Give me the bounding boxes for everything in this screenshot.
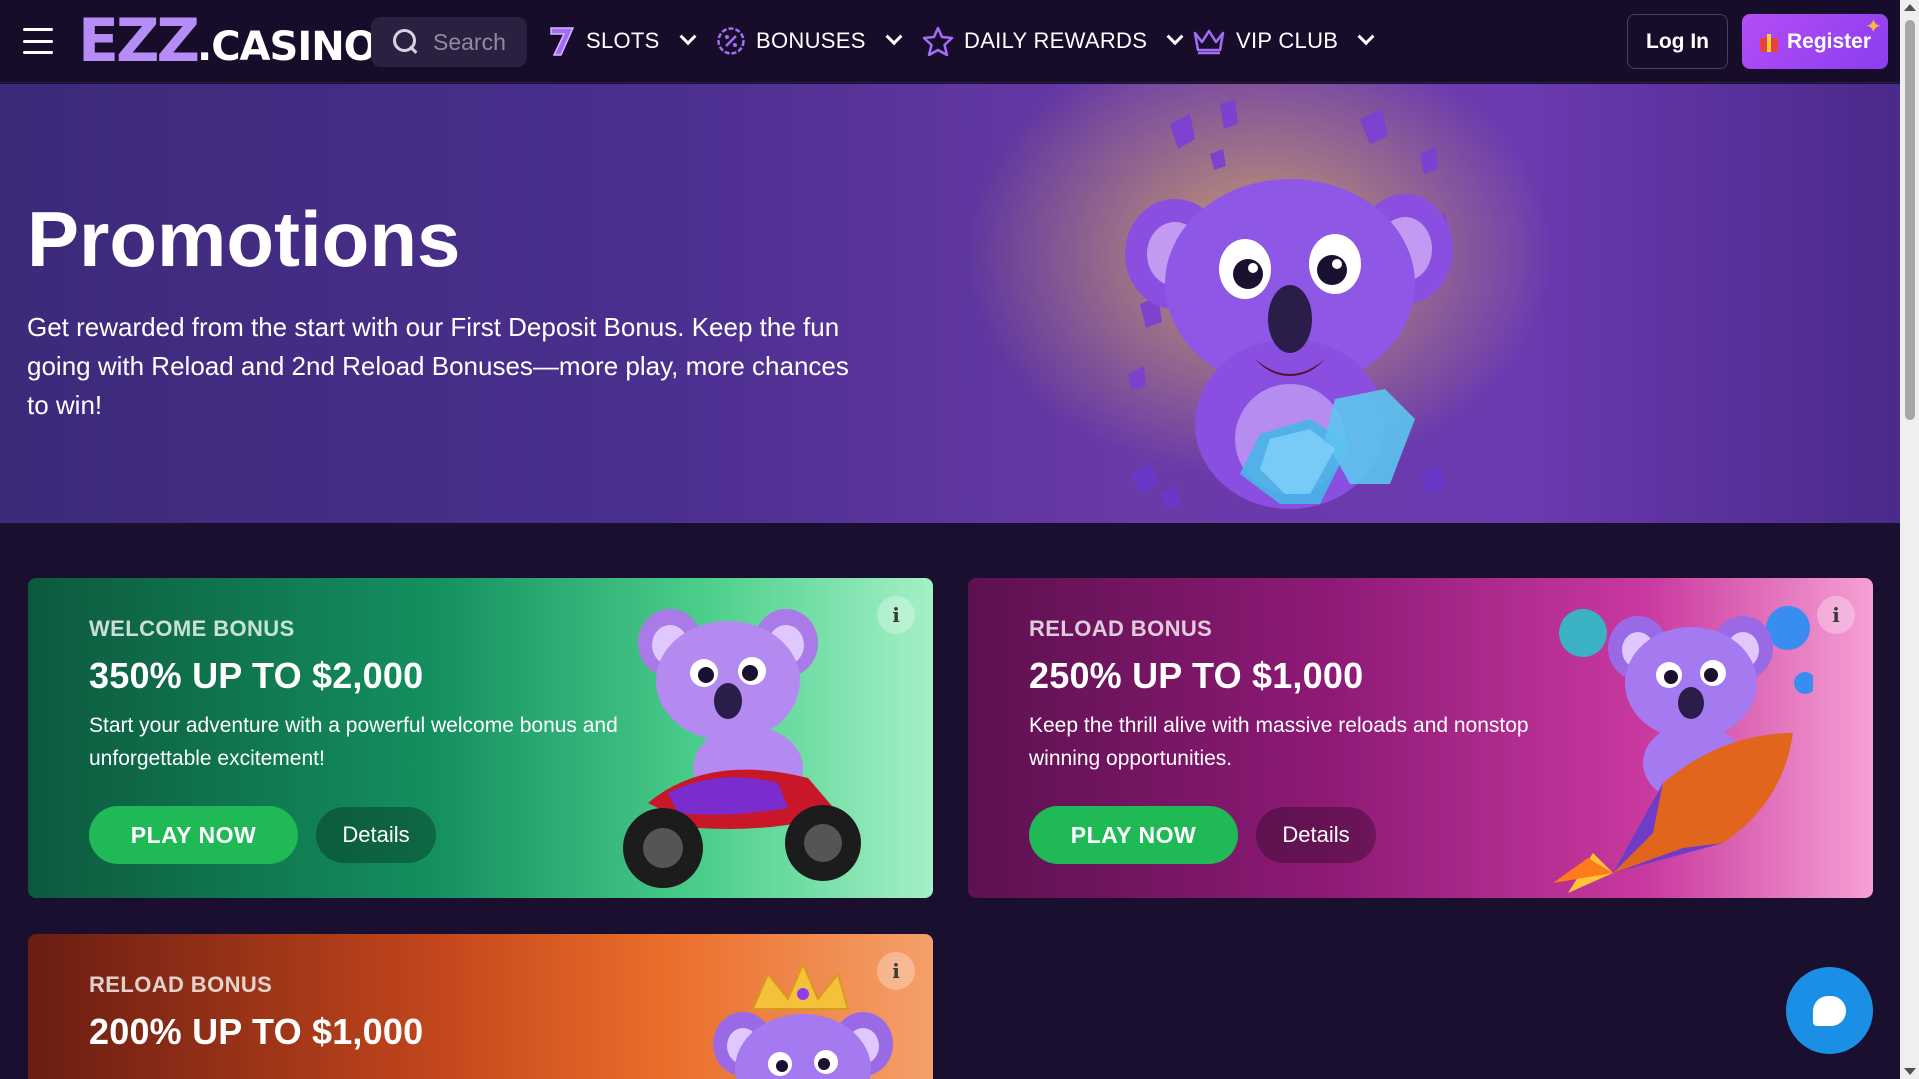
live-chat-button[interactable] [1786,967,1873,1054]
search-icon [393,29,419,55]
nav-daily-rewards-label: DAILY REWARDS [964,28,1148,53]
scrollbar-thumb[interactable] [1905,20,1915,420]
details-button[interactable]: Details [1256,807,1376,863]
koala-rocket-illustration [1553,606,1813,893]
seven-icon [548,25,576,57]
logo-main-text: EZZ [78,6,200,76]
promo-description: Keep the thrill alive with massive reloa… [1029,714,1529,770]
promo-card-welcome: WELCOME BONUS 350% UP TO $2,000 Start yo… [28,578,933,898]
promo-kicker: RELOAD BONUS [1029,616,1213,641]
chevron-down-icon [885,28,903,46]
login-button[interactable]: Log In [1627,14,1728,69]
search-placeholder: Search [433,28,506,55]
scroll-down-arrow-icon[interactable] [1904,1068,1916,1075]
nav-bonuses[interactable]: BONUSES [716,20,903,62]
play-now-button[interactable]: PLAY NOW [89,806,298,864]
logo-suffix-text: .CASINO [197,24,378,70]
register-button-label: Register [1786,29,1872,53]
crown-icon [1192,27,1226,55]
nav-slots[interactable]: SLOTS [548,20,697,62]
promotions-hero: Promotions Get rewarded from the start w… [0,84,1900,523]
promo-headline: 200% UP TO $1,000 [89,1011,424,1052]
promo-description: Start your adventure with a powerful wel… [89,714,618,770]
chevron-down-icon [1166,28,1184,46]
nav-bonuses-label: BONUSES [756,28,866,53]
promo-kicker: WELCOME BONUS [89,616,295,641]
scroll-up-arrow-icon[interactable] [1904,4,1916,11]
nav-daily-rewards[interactable]: DAILY REWARDS [922,20,1184,62]
koala-crown-illustration [713,961,893,1079]
chat-bubble-icon [1813,995,1846,1026]
nav-slots-label: SLOTS [586,28,660,53]
koala-motorcycle-illustration [623,609,861,888]
details-button[interactable]: Details [316,807,436,863]
sparkle-icon: ✦ [1865,16,1882,38]
percent-badge-icon [716,26,746,56]
page-scrollbar[interactable] [1900,0,1919,1079]
promo-kicker: RELOAD BONUS [89,972,273,997]
info-icon[interactable]: i [1817,596,1855,634]
promo-card-reload-2: RELOAD BONUS 200% UP TO $1,000 i [28,934,933,1079]
chevron-down-icon [679,28,697,46]
page-title: Promotions [27,195,461,283]
nav-vip-club-label: VIP CLUB [1236,28,1339,53]
menu-hamburger-icon[interactable] [23,28,53,54]
site-logo[interactable]: EZZ .CASINO [78,6,378,76]
hero-description: Get rewarded from the start with our Fir… [27,312,849,420]
nav-vip-club[interactable]: VIP CLUB [1192,20,1375,62]
promo-headline: 250% UP TO $1,000 [1029,655,1364,696]
chevron-down-icon [1357,28,1375,46]
koala-gems-illustration [1125,99,1453,509]
promo-card-reload: RELOAD BONUS 250% UP TO $1,000 Keep the … [968,578,1873,898]
search-box[interactable]: Search [371,17,527,67]
top-nav-bar: EZZ .CASINO Search SLOTS BONUSES DAILY R… [0,0,1900,83]
star-icon [922,26,954,56]
promo-headline: 350% UP TO $2,000 [89,655,424,696]
gift-icon [1759,32,1779,52]
play-now-button[interactable]: PLAY NOW [1029,806,1238,864]
